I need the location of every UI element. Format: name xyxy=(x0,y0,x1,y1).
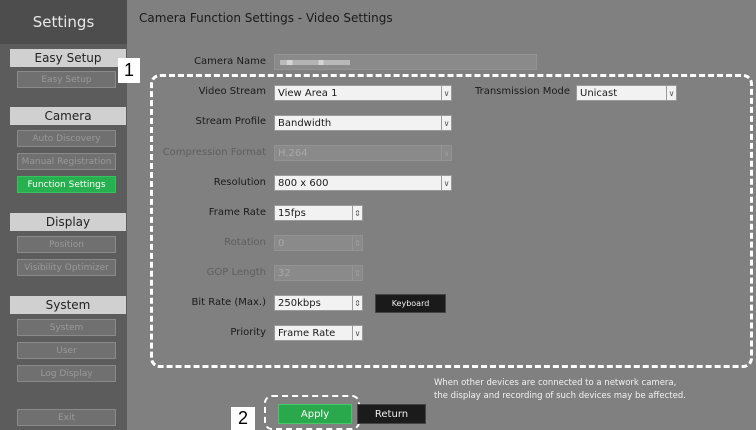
sidebar-item-manual-registration[interactable]: Manual Registration xyxy=(17,153,116,170)
chevron-down-icon: ∨ xyxy=(441,146,451,160)
rotation-label: Rotation xyxy=(224,237,266,248)
spinner-arrows-icon[interactable]: ⇕ xyxy=(352,296,362,310)
apply-button[interactable]: Apply xyxy=(278,404,352,424)
spinner-arrows-icon: ⇕ xyxy=(352,266,362,280)
return-button[interactable]: Return xyxy=(357,404,426,424)
sidebar-item-log-display[interactable]: Log Display xyxy=(17,365,116,382)
callout-2: 2 xyxy=(231,407,255,430)
callout-1: 1 xyxy=(118,58,140,83)
priority-select[interactable]: Frame Rate ∨ xyxy=(274,325,363,341)
sidebar-exit-button[interactable]: Exit xyxy=(17,409,116,426)
sidebar-heading-display: Display xyxy=(10,213,126,231)
bit-rate-label: Bit Rate (Max.) xyxy=(191,297,266,308)
video-stream-value: View Area 1 xyxy=(278,87,338,99)
priority-label: Priority xyxy=(230,327,266,338)
camera-name-label: Camera Name xyxy=(194,56,266,67)
priority-value: Frame Rate xyxy=(278,327,336,339)
warning-note: When other devices are connected to a ne… xyxy=(434,377,734,403)
sidebar-heading-easy-setup: Easy Setup xyxy=(10,49,126,67)
bit-rate-spinner[interactable]: 250kbps ⇕ xyxy=(274,295,363,311)
frame-rate-value: 15fps xyxy=(278,207,306,219)
stream-profile-value: Bandwidth xyxy=(278,117,332,129)
video-stream-label: Video Stream xyxy=(198,86,266,97)
resolution-label: Resolution xyxy=(213,177,266,188)
sidebar-item-user[interactable]: User xyxy=(17,342,116,359)
sidebar: Settings Easy Setup Easy Setup Camera Au… xyxy=(0,0,127,430)
spinner-arrows-icon[interactable]: ⇕ xyxy=(352,206,362,220)
resolution-select[interactable]: 800 x 600 ∨ xyxy=(274,175,452,191)
frame-rate-spinner[interactable]: 15fps ⇕ xyxy=(274,205,363,221)
compression-format-label: Compression Format xyxy=(162,147,266,158)
compression-format-value: H.264 xyxy=(278,147,308,159)
sidebar-heading-camera: Camera xyxy=(10,107,126,125)
sidebar-item-function-settings[interactable]: Function Settings xyxy=(17,176,116,193)
warning-note-line-2: the display and recording of such device… xyxy=(434,391,686,401)
spinner-arrows-icon: ⇕ xyxy=(352,236,362,250)
gop-length-spinner: 32 ⇕ xyxy=(274,265,363,281)
chevron-down-icon: ∨ xyxy=(352,326,362,340)
compression-format-select: H.264 ∨ xyxy=(274,145,452,161)
page-title: Camera Function Settings - Video Setting… xyxy=(139,11,393,25)
stream-profile-label: Stream Profile xyxy=(195,116,266,127)
chevron-down-icon: ∨ xyxy=(441,86,451,100)
keyboard-button[interactable]: Keyboard xyxy=(375,294,446,313)
chevron-down-icon: ∨ xyxy=(441,116,451,130)
resolution-value: 800 x 600 xyxy=(278,177,329,189)
gop-length-value: 32 xyxy=(278,267,291,279)
sidebar-item-position[interactable]: Position xyxy=(17,236,116,253)
sidebar-item-easy-setup[interactable]: Easy Setup xyxy=(17,71,116,88)
chevron-down-icon: ∨ xyxy=(441,176,451,190)
bit-rate-value: 250kbps xyxy=(278,297,321,309)
rotation-value: 0 xyxy=(278,237,285,249)
frame-rate-label: Frame Rate xyxy=(208,207,266,218)
sidebar-heading-system: System xyxy=(10,296,126,314)
camera-name-blurred-value xyxy=(280,59,350,65)
chevron-down-icon: ∨ xyxy=(666,86,676,100)
transmission-mode-label: Transmission Mode xyxy=(474,86,570,97)
transmission-mode-value: Unicast xyxy=(580,87,618,99)
sidebar-item-auto-discovery[interactable]: Auto Discovery xyxy=(17,130,116,147)
sidebar-title: Settings xyxy=(0,0,127,44)
camera-name-field xyxy=(274,54,537,70)
warning-note-line-1: When other devices are connected to a ne… xyxy=(434,378,677,388)
transmission-mode-select[interactable]: Unicast ∨ xyxy=(576,85,677,101)
video-stream-select[interactable]: View Area 1 ∨ xyxy=(274,85,452,101)
stream-profile-select[interactable]: Bandwidth ∨ xyxy=(274,115,452,131)
gop-length-label: GOP Length xyxy=(206,267,266,278)
sidebar-item-system[interactable]: System xyxy=(17,319,116,336)
sidebar-item-visibility-optimizer[interactable]: Visibility Optimizer xyxy=(17,259,116,276)
rotation-spinner: 0 ⇕ xyxy=(274,235,363,251)
